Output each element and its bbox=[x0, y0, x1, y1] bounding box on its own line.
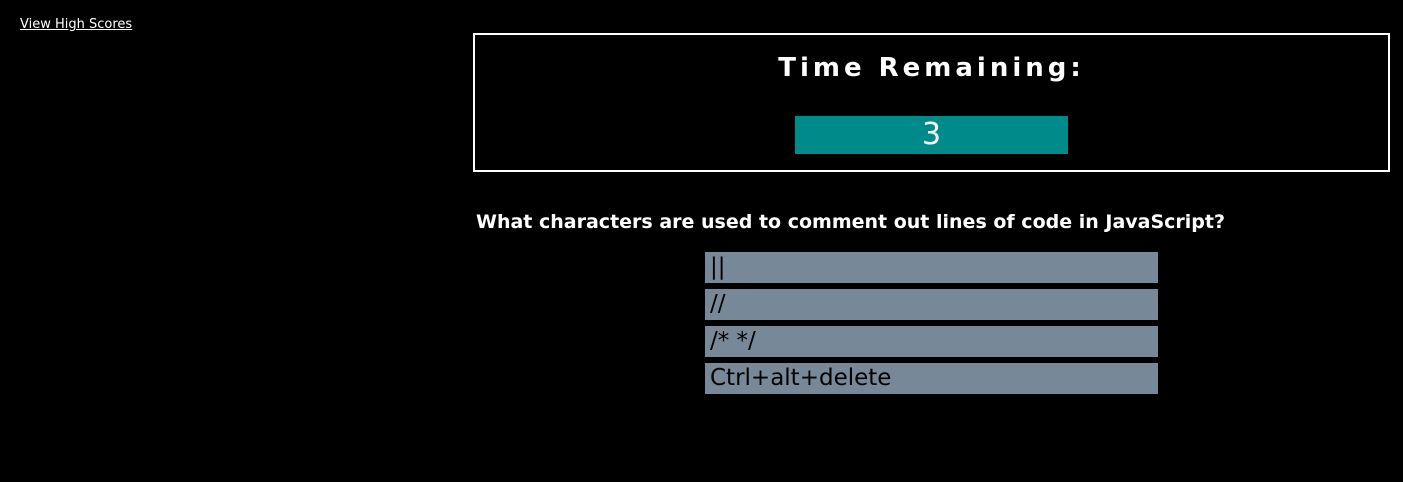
view-high-scores-link[interactable]: View High Scores bbox=[20, 17, 132, 32]
question-text: What characters are used to comment out … bbox=[476, 211, 1226, 233]
answer-button[interactable]: /* */ bbox=[705, 326, 1158, 357]
answer-button[interactable]: Ctrl+alt+delete bbox=[705, 363, 1158, 394]
answer-button[interactable]: // bbox=[705, 289, 1158, 320]
timer-panel: Time Remaining: 3 bbox=[473, 33, 1390, 172]
timer-label: Time Remaining: bbox=[778, 53, 1085, 83]
answer-list: || // /* */ Ctrl+alt+delete bbox=[705, 252, 1158, 400]
answer-button[interactable]: || bbox=[705, 252, 1158, 283]
timer-value: 3 bbox=[795, 116, 1068, 154]
quiz-page: View High Scores Time Remaining: 3 What … bbox=[0, 0, 1403, 482]
